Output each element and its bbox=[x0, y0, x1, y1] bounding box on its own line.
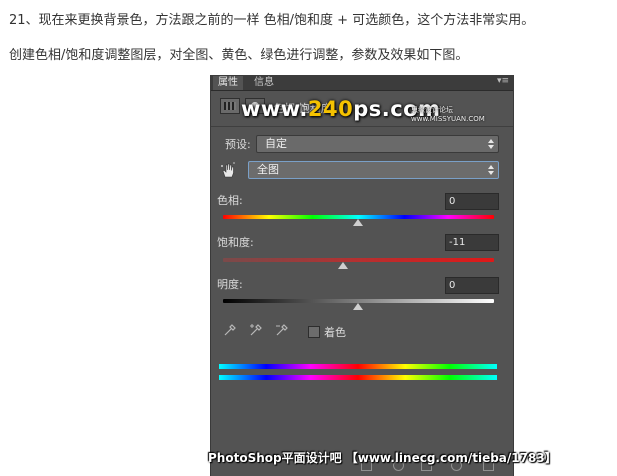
panel-tab-bar: 属性 信息 ▾≡ bbox=[211, 75, 513, 91]
preset-value: 自定 bbox=[265, 137, 287, 150]
colorize-checkbox[interactable] bbox=[308, 326, 320, 338]
properties-panel: 属性 信息 ▾≡ 色相/饱和度 www.240ps.com 思缘设计论坛 www… bbox=[210, 75, 514, 476]
preset-dropdown[interactable]: 自定 bbox=[256, 135, 499, 153]
dropdown-arrows-icon bbox=[488, 138, 494, 150]
range-dropdown[interactable]: 全图 bbox=[248, 161, 499, 179]
hue-input[interactable]: 0 bbox=[445, 193, 499, 210]
panel-menu-icon[interactable]: ▾≡ bbox=[497, 76, 509, 86]
tab-info[interactable]: 信息 bbox=[249, 76, 279, 90]
tab-properties[interactable]: 属性 bbox=[213, 76, 243, 90]
hue-label: 色相: bbox=[217, 194, 243, 207]
target-adjust-hand-icon[interactable] bbox=[220, 162, 236, 178]
lightness-slider-thumb[interactable] bbox=[353, 303, 363, 310]
colorize-label: 着色 bbox=[324, 326, 346, 339]
dropdown-arrows-icon bbox=[488, 164, 494, 176]
preset-label: 预设: bbox=[225, 138, 251, 151]
hue-slider-thumb[interactable] bbox=[353, 219, 363, 226]
saturation-label: 饱和度: bbox=[217, 236, 254, 249]
eyedropper-icon[interactable] bbox=[223, 323, 237, 337]
logo-subtext: 思缘设计论坛 www.MISSYUAN.COM bbox=[411, 106, 485, 123]
adjustment-layer-icon bbox=[220, 98, 240, 114]
logo-number: 240 bbox=[307, 97, 354, 121]
saturation-input[interactable]: -11 bbox=[445, 234, 499, 251]
lightness-input[interactable]: 0 bbox=[445, 277, 499, 294]
panel-header: 色相/饱和度 www.240ps.com 思缘设计论坛 www.MISSYUAN… bbox=[211, 91, 513, 125]
eyedropper-plus-icon[interactable] bbox=[249, 323, 263, 337]
logo-prefix: www. bbox=[241, 97, 308, 121]
saturation-slider-thumb[interactable] bbox=[338, 262, 348, 269]
panel-divider bbox=[211, 126, 513, 127]
output-color-bar bbox=[219, 375, 497, 380]
article-paragraph-2: 创建色相/饱和度调整图层，对全图、黄色、绿色进行调整，参数及效果如下图。 bbox=[9, 48, 469, 63]
footer-watermark: PhotoShop平面设计吧 【www.linecg.com/tieba/178… bbox=[208, 451, 557, 465]
eyedropper-minus-icon[interactable] bbox=[275, 323, 289, 337]
saturation-slider-track[interactable] bbox=[223, 258, 494, 262]
input-color-bar bbox=[219, 364, 497, 369]
range-value: 全图 bbox=[257, 163, 279, 176]
lightness-label: 明度: bbox=[217, 278, 243, 291]
article-paragraph-1: 21、现在来更换背景色，方法跟之前的一样 色相/饱和度 + 可选颜色，这个方法非… bbox=[9, 13, 535, 28]
